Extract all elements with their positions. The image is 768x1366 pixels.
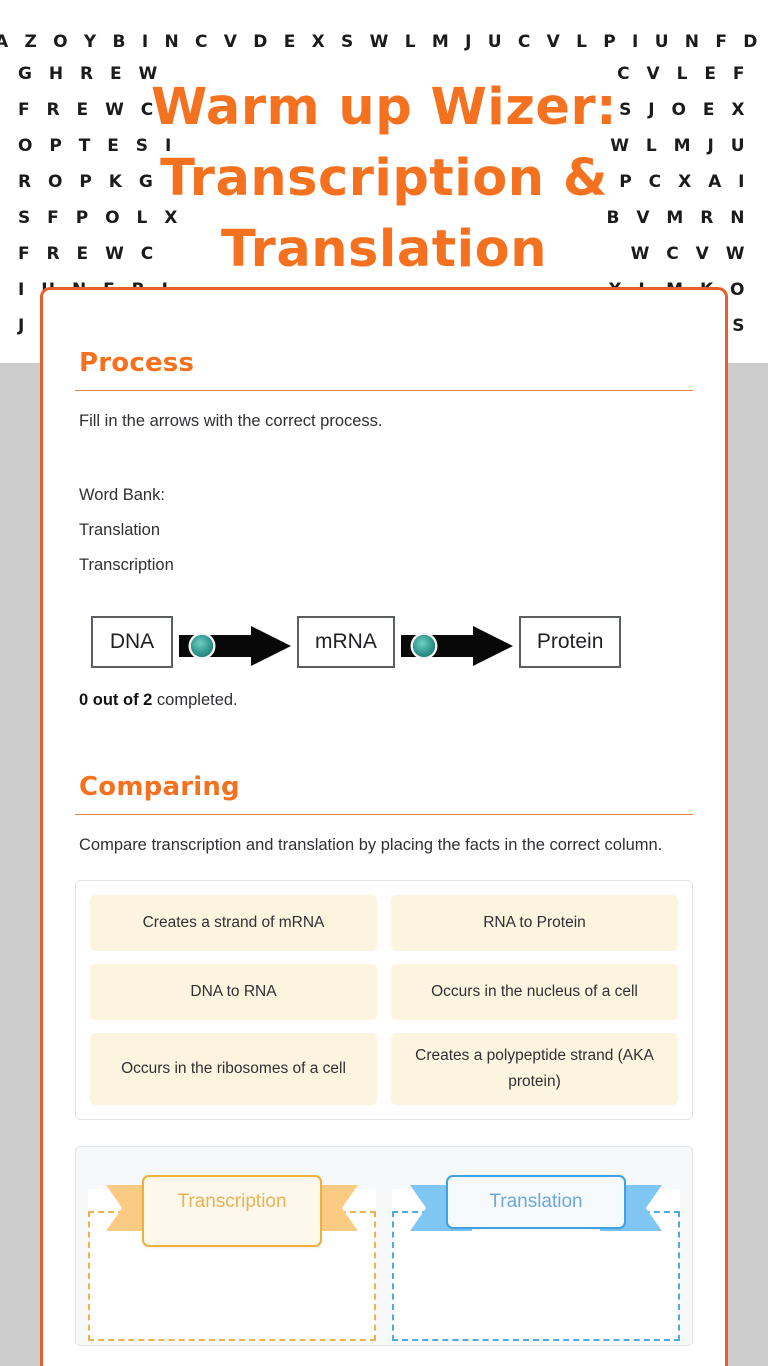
- ribbon-banner: Transcription: [88, 1171, 376, 1247]
- letter-row-2: G H R E W C V L E F: [0, 64, 768, 84]
- drop-zone-translation[interactable]: Translation: [392, 1175, 680, 1341]
- flow-arrow-slot-2[interactable]: [400, 615, 513, 669]
- letter-row-left-text: S F P O L X: [18, 208, 183, 228]
- flow-arrow-slot-1[interactable]: [179, 615, 291, 669]
- section-process-description: Fill in the arrows with the correct proc…: [79, 412, 383, 430]
- fact-card[interactable]: Occurs in the ribosomes of a cell: [90, 1033, 377, 1105]
- letter-row-left-text: G H R E W: [18, 64, 163, 84]
- drop-zone-transcription[interactable]: Transcription: [88, 1175, 376, 1341]
- flow-node-dna: DNA: [91, 616, 173, 668]
- ribbon-banner: Translation: [392, 1171, 680, 1231]
- letter-row-right-text: C V L E F: [617, 64, 750, 84]
- letter-row-full-text: Q F L K M T R E A Z O Y B I N C V D E X …: [0, 32, 768, 52]
- section-comparing-description: Compare transcription and translation by…: [79, 836, 663, 854]
- flow-node-mrna: mRNA: [297, 616, 395, 668]
- word-bank-item-translation[interactable]: Translation: [79, 513, 693, 548]
- process-progress-suffix: completed.: [152, 691, 238, 709]
- process-progress-status: 0 out of 2 completed.: [75, 691, 693, 710]
- fact-card[interactable]: RNA to Protein: [391, 895, 678, 951]
- section-divider: [75, 390, 693, 391]
- fact-card[interactable]: Occurs in the nucleus of a cell: [391, 964, 678, 1020]
- section-comparing: Comparing Compare transcription and tran…: [75, 772, 693, 1346]
- letter-row-right-text: W L M J U: [610, 136, 750, 156]
- worksheet-card: Process Fill in the arrows with the corr…: [40, 287, 728, 1366]
- letter-row-left-text: O P T E S I: [18, 136, 177, 156]
- letter-row-left-text: R O P K G: [18, 172, 159, 192]
- drop-zones-container: Transcription Translation: [75, 1146, 693, 1346]
- letter-row-1: Q F L K M T R E A Z O Y B I N C V D E X …: [0, 32, 768, 52]
- section-comparing-title: Comparing: [79, 772, 240, 802]
- process-flow-diagram: DNA mRNA Protein: [75, 615, 693, 669]
- letter-row-left-text: F R E W C: [18, 244, 159, 264]
- letter-row-right-text: W C V W: [630, 244, 750, 264]
- facts-bank: Creates a strand of mRNA RNA to Protein …: [75, 880, 693, 1120]
- flow-node-protein: Protein: [518, 616, 622, 668]
- fact-card[interactable]: Creates a strand of mRNA: [90, 895, 377, 951]
- letter-row-left-text: F R E W C: [18, 100, 159, 120]
- flow-drop-target-1[interactable]: [191, 635, 213, 657]
- drop-zone-label-transcription: Transcription: [142, 1175, 322, 1247]
- fact-card[interactable]: DNA to RNA: [90, 964, 377, 1020]
- letter-row-4: O P T E S I W L M J U: [0, 136, 768, 156]
- letter-row-right-text: P C X A I: [619, 172, 750, 192]
- letter-row-5: R O P K G P C X A I: [0, 172, 768, 192]
- process-progress-count: 0 out of 2: [79, 691, 153, 709]
- drop-zone-label-translation: Translation: [446, 1175, 626, 1229]
- flow-drop-target-2[interactable]: [412, 635, 435, 657]
- section-process-title: Process: [79, 348, 195, 378]
- worksheet-page: Q F L K M T R E A Z O Y B I N C V D E X …: [0, 0, 768, 1366]
- section-process: Process Fill in the arrows with the corr…: [75, 348, 693, 710]
- letter-row-right-text: B V M R N: [606, 208, 750, 228]
- word-bank-item-transcription[interactable]: Transcription: [79, 548, 693, 583]
- word-bank: Word Bank: Translation Transcription: [75, 478, 693, 583]
- letter-row-7: F R E W C W C V W: [0, 244, 768, 264]
- letter-row-right-text: S J O E X: [619, 100, 750, 120]
- letter-row-6: S F P O L X B V M R N: [0, 208, 768, 228]
- word-bank-label: Word Bank:: [79, 486, 165, 504]
- fact-card[interactable]: Creates a polypeptide strand (AKA protei…: [391, 1033, 678, 1105]
- section-divider: [75, 814, 693, 815]
- letter-row-3: F R E W C S J O E X: [0, 100, 768, 120]
